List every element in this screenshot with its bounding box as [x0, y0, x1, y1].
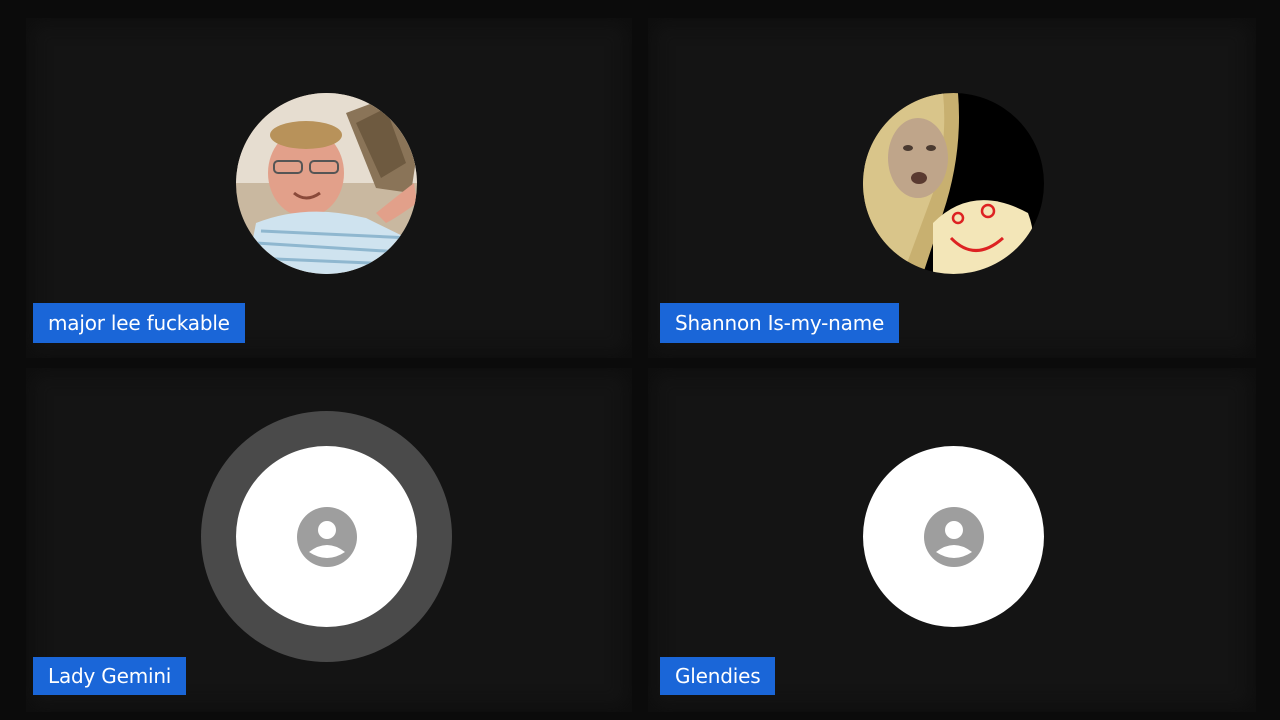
photo-woman-icon	[863, 93, 1044, 274]
participant-tile[interactable]: Lady Gemini	[26, 368, 632, 712]
participant-tile[interactable]: major lee fuckable	[26, 18, 632, 358]
participant-tile[interactable]: Glendies	[648, 368, 1256, 712]
photo-man-icon	[236, 93, 417, 274]
participant-avatar	[863, 93, 1044, 274]
participant-name-label: major lee fuckable	[33, 303, 245, 343]
default-person-icon	[296, 506, 357, 567]
video-call-grid: major lee fuckable Shannon Is-my-name La…	[0, 0, 1280, 720]
participant-avatar	[863, 446, 1044, 627]
participant-name-label: Lady Gemini	[33, 657, 187, 695]
participant-avatar	[236, 93, 417, 274]
default-person-icon	[923, 506, 984, 567]
participant-name-label: Glendies	[660, 657, 776, 695]
participant-name-label: Shannon Is-my-name	[660, 303, 900, 343]
participant-tile[interactable]: Shannon Is-my-name	[648, 18, 1256, 358]
participant-avatar	[236, 446, 417, 627]
